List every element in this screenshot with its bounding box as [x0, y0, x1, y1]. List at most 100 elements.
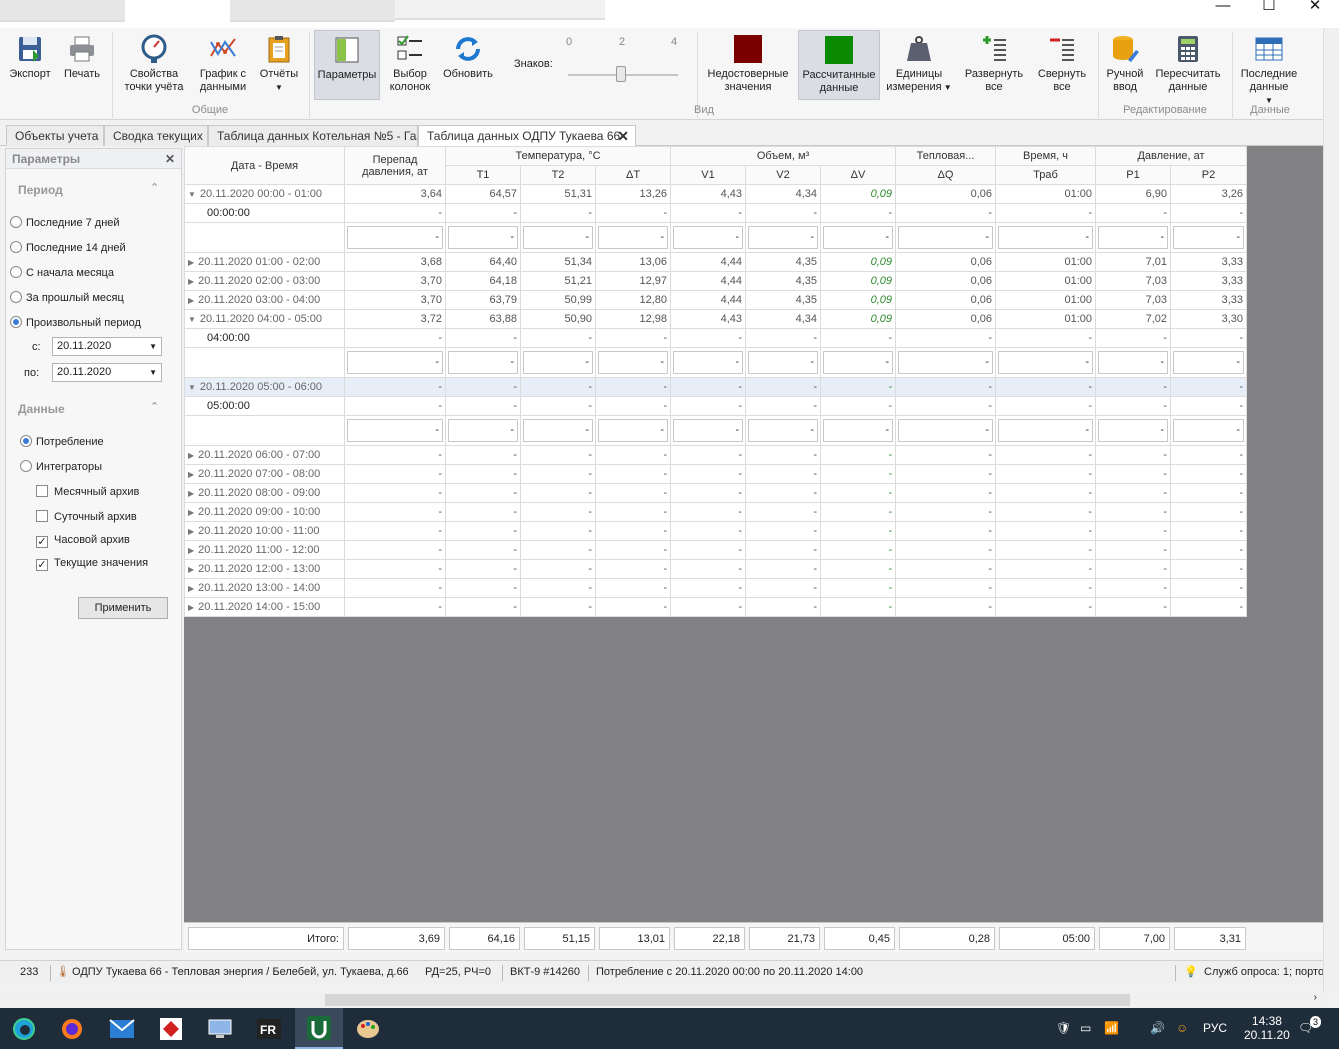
vertical-scrollbar[interactable]	[1323, 28, 1339, 992]
edit-cell[interactable]: -	[895, 222, 997, 253]
header-volume[interactable]: Объем, м³	[670, 146, 897, 166]
expand-row-icon[interactable]: ▶	[188, 489, 194, 498]
edit-cell[interactable]: -	[670, 415, 747, 446]
parameters-button[interactable]: Параметры	[314, 30, 380, 100]
edit-cell[interactable]: -	[520, 347, 596, 378]
edit-cell[interactable]: -	[820, 222, 897, 253]
edit-input[interactable]: -	[523, 351, 593, 374]
edit-input[interactable]: -	[998, 419, 1094, 442]
title-tab[interactable]	[0, 0, 125, 22]
edit-input[interactable]: -	[898, 351, 994, 374]
edit-input[interactable]: -	[823, 351, 894, 374]
properties-button[interactable]: Свойства точки учёта	[118, 30, 190, 100]
expand-row-icon[interactable]: ▶	[188, 527, 194, 536]
firefox-icon[interactable]	[48, 1008, 96, 1049]
remote-desktop-icon[interactable]	[196, 1008, 244, 1049]
from-date-input[interactable]: 20.11.2020 ▼	[52, 337, 162, 356]
edit-input[interactable]: -	[1173, 351, 1245, 374]
chevron-down-icon[interactable]: ▼	[149, 338, 157, 355]
edit-cell[interactable]: -	[895, 347, 997, 378]
fastreport-icon[interactable]: FR	[245, 1008, 293, 1049]
checkbox-daily-archive[interactable]: Суточный архив	[36, 510, 137, 524]
edit-cell[interactable]: -	[344, 415, 446, 446]
edit-input[interactable]: -	[823, 419, 894, 442]
edit-cell[interactable]: -	[445, 222, 521, 253]
edit-input[interactable]: -	[673, 226, 744, 249]
expand-row-icon[interactable]: ▶	[188, 451, 194, 460]
mail-icon[interactable]	[98, 1008, 146, 1049]
checkbox-hourly-archive[interactable]: ✓ Часовой архив	[36, 533, 130, 548]
expand-row-icon[interactable]: ▶	[188, 470, 194, 479]
edit-input[interactable]: -	[448, 226, 518, 249]
language-indicator[interactable]: РУС	[1203, 1008, 1227, 1049]
tab-objects[interactable]: Объекты учета	[6, 125, 104, 146]
table-row[interactable]: ▶ 20.11.2020 14:00 - 15:00- - - - - - - - - - -	[184, 597, 1248, 617]
edit-cell[interactable]: -	[344, 222, 446, 253]
edit-input[interactable]: -	[1098, 419, 1169, 442]
edit-cell[interactable]: -	[745, 415, 822, 446]
table-row[interactable]: ▶ 20.11.2020 09:00 - 10:00- - - - - - - - - - -	[184, 502, 1248, 522]
expand-row-icon[interactable]: ▶	[188, 508, 194, 517]
radio-consumption[interactable]: Потребление	[20, 435, 104, 449]
checkbox-current-values[interactable]: ✓ Текущие значения	[36, 556, 148, 571]
slider-thumb[interactable]	[616, 66, 626, 82]
scrollbar-thumb[interactable]	[325, 994, 1130, 1006]
table-row[interactable]: ▶ 20.11.2020 13:00 - 14:00- - - - - - - - - - -	[184, 578, 1248, 598]
edit-input[interactable]: -	[347, 226, 443, 249]
network-icon[interactable]: ▭	[1080, 1008, 1091, 1049]
edit-input[interactable]: -	[898, 419, 994, 442]
edit-input[interactable]: -	[998, 351, 1094, 374]
edit-input[interactable]: -	[1098, 226, 1169, 249]
edit-input[interactable]: -	[673, 419, 744, 442]
edit-input[interactable]: -	[523, 419, 593, 442]
edit-input[interactable]: -	[1173, 419, 1245, 442]
radio-custom-period[interactable]: Произвольный период	[10, 316, 141, 330]
manual-input-button[interactable]: Ручной ввод	[1102, 30, 1148, 100]
collapse-row-icon[interactable]: ▼	[188, 383, 196, 392]
edit-cell[interactable]: -	[670, 347, 747, 378]
edit-cell[interactable]: -	[445, 347, 521, 378]
digits-slider[interactable]: Знаков: 0 2 4	[510, 34, 690, 94]
edit-input[interactable]: -	[448, 419, 518, 442]
edit-cell[interactable]: -	[1095, 415, 1172, 446]
radio-integrators[interactable]: Интеграторы	[20, 460, 102, 474]
collapse-row-icon[interactable]: ▼	[188, 315, 196, 324]
notification-app-icon[interactable]: ☺	[1176, 1008, 1188, 1049]
subheader-cell[interactable]: Т2	[520, 165, 596, 185]
expand-all-button[interactable]: Развернуть все	[960, 30, 1028, 100]
edge-browser-icon[interactable]	[0, 1008, 48, 1049]
table-row[interactable]: ▶ 20.11.2020 02:00 - 03:00 3,70 64,18 51,21 1…	[184, 271, 1248, 291]
edit-input[interactable]: -	[523, 226, 593, 249]
edit-input[interactable]: -	[347, 351, 443, 374]
table-row[interactable]: ▼ 20.11.2020 05:00 - 06:00- - - - - - - - - - -	[184, 377, 1248, 397]
radio-last-7-days[interactable]: Последние 7 дней	[10, 216, 120, 230]
edit-row[interactable]: -----------	[184, 415, 1248, 446]
security-icon[interactable]: 🛡	[1056, 1008, 1071, 1049]
edit-cell[interactable]: -	[895, 415, 997, 446]
latest-data-button[interactable]: Последние данные ▼	[1236, 30, 1302, 105]
volume-icon[interactable]: 🔊	[1150, 1008, 1165, 1049]
scroll-right-icon[interactable]: ›	[1314, 992, 1317, 1003]
wifi-icon[interactable]: 📶	[1104, 1008, 1119, 1049]
edit-cell[interactable]: -	[670, 222, 747, 253]
units-button[interactable]: Единицы измерения ▼	[884, 30, 954, 100]
subheader-cell[interactable]: P2	[1170, 165, 1248, 185]
header-heat[interactable]: Тепловая...	[895, 146, 997, 166]
export-button[interactable]: Экспорт	[4, 30, 56, 100]
table-row[interactable]: ▶ 20.11.2020 10:00 - 11:00- - - - - - - - - - -	[184, 521, 1248, 541]
edit-input[interactable]: -	[448, 351, 518, 374]
edit-row[interactable]: -----------	[184, 347, 1248, 378]
horizontal-scrollbar[interactable]: ›	[0, 992, 1323, 1008]
table-row[interactable]: ▼ 20.11.2020 00:00 - 01:00 3,64 64,57 51,31 1…	[184, 184, 1248, 204]
edit-cell[interactable]: -	[594, 222, 672, 253]
edit-cell[interactable]: -	[594, 415, 672, 446]
subheader-cell[interactable]: P1	[1095, 165, 1172, 185]
edit-input[interactable]: -	[598, 226, 669, 249]
to-date-input[interactable]: 20.11.2020 ▼	[52, 363, 162, 382]
columns-button[interactable]: Выбор колонок	[384, 30, 436, 100]
edit-input[interactable]: -	[598, 351, 669, 374]
expand-row-icon[interactable]: ▶	[188, 296, 194, 305]
edit-cell[interactable]: -	[445, 415, 521, 446]
edit-cell[interactable]: -	[1170, 222, 1248, 253]
close-window-button[interactable]: ✕	[1292, 0, 1338, 14]
